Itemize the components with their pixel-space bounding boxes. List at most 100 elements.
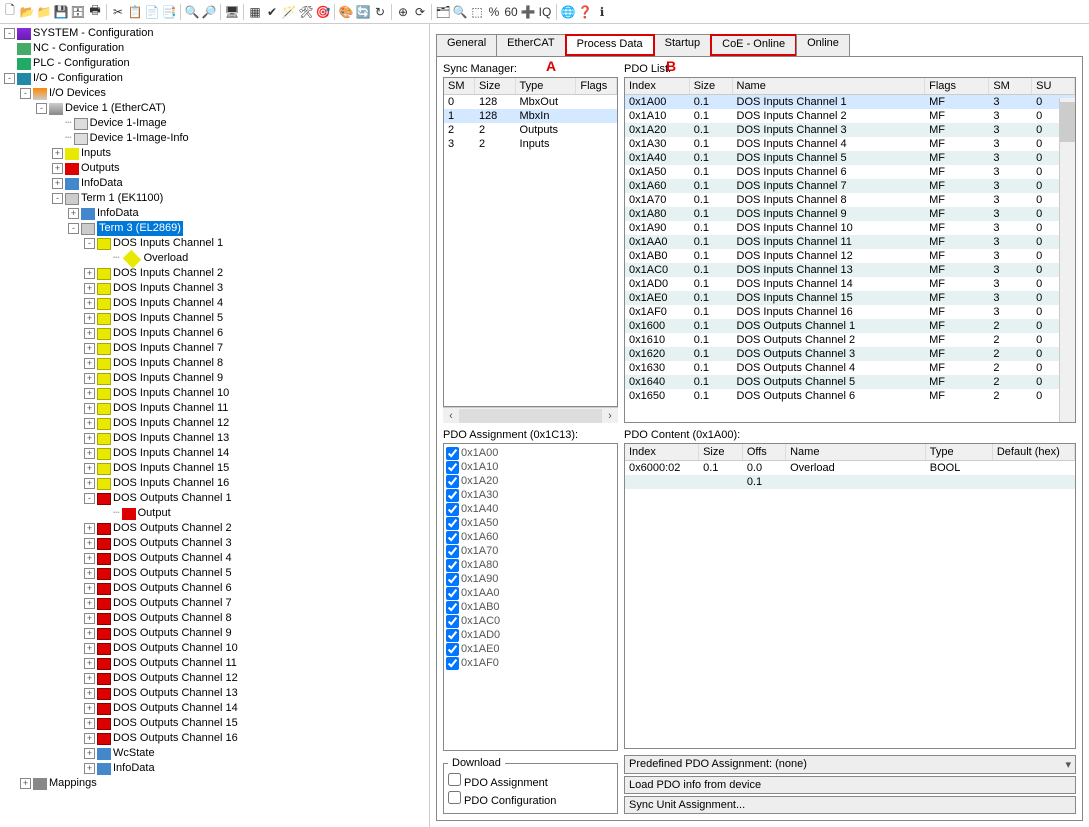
assign-item[interactable]: 0x1A80 xyxy=(446,558,615,572)
col-header[interactable]: Type xyxy=(515,78,576,95)
assign-item[interactable]: 0x1A60 xyxy=(446,530,615,544)
save-icon[interactable]: 💾 xyxy=(53,4,69,20)
open-folder-icon[interactable]: 📁 xyxy=(36,4,52,20)
expand-icon[interactable]: + xyxy=(84,673,95,684)
assign-checkbox[interactable] xyxy=(446,531,459,544)
table-row[interactable]: 0x1A700.1DOS Inputs Channel 8MF30 xyxy=(625,193,1075,207)
tree-item[interactable]: +DOS Outputs Channel 16 xyxy=(82,731,427,746)
expand-icon[interactable]: + xyxy=(84,268,95,279)
target2-icon[interactable]: ⊕ xyxy=(395,4,411,20)
tree-item[interactable]: -Term 3 (EL2869) xyxy=(66,221,427,236)
assign-checkbox[interactable] xyxy=(446,587,459,600)
sync-manager-grid[interactable]: SMSizeTypeFlags0128MbxOut1128MbxIn22Outp… xyxy=(443,77,618,407)
expand-icon[interactable]: + xyxy=(84,283,95,294)
open-icon[interactable]: 📂 xyxy=(19,4,35,20)
table-row[interactable]: 0x1AD00.1DOS Inputs Channel 14MF30 xyxy=(625,277,1075,291)
expand-icon[interactable]: - xyxy=(20,88,31,99)
expand-icon[interactable]: + xyxy=(84,343,95,354)
assign-checkbox[interactable] xyxy=(446,447,459,460)
tree-item[interactable]: +DOS Inputs Channel 4 xyxy=(82,296,427,311)
expand-icon[interactable]: + xyxy=(68,208,79,219)
expand-icon[interactable]: + xyxy=(84,373,95,384)
sm-hscroll[interactable]: ‹› xyxy=(443,407,618,423)
tab-coe-online[interactable]: CoE - Online xyxy=(710,34,797,56)
assign-item[interactable]: 0x1AB0 xyxy=(446,600,615,614)
tree-item[interactable]: +DOS Inputs Channel 2 xyxy=(82,266,427,281)
plus-icon[interactable]: ➕ xyxy=(520,4,536,20)
tab-process-data[interactable]: Process Data xyxy=(565,34,655,56)
assign-checkbox[interactable] xyxy=(446,517,459,530)
pdo-content-grid[interactable]: IndexSizeOffsNameTypeDefault (hex)0x6000… xyxy=(624,443,1076,749)
expand-icon[interactable]: + xyxy=(52,148,63,159)
download-checkbox[interactable] xyxy=(448,773,461,786)
tree-item[interactable]: +DOS Outputs Channel 12 xyxy=(82,671,427,686)
save-all-icon[interactable]: 🗄 xyxy=(70,4,86,20)
expand-icon[interactable]: - xyxy=(36,103,47,114)
tree-item[interactable]: +WcState xyxy=(82,746,427,761)
tree-item[interactable]: +DOS Outputs Channel 8 xyxy=(82,611,427,626)
tree-item[interactable]: +DOS Outputs Channel 7 xyxy=(82,596,427,611)
palette-icon[interactable]: 🎨 xyxy=(338,4,354,20)
assign-item[interactable]: 0x1A70 xyxy=(446,544,615,558)
tree-item[interactable]: +DOS Inputs Channel 10 xyxy=(82,386,427,401)
table-row[interactable]: 0x1A500.1DOS Inputs Channel 6MF30 xyxy=(625,165,1075,179)
assign-checkbox[interactable] xyxy=(446,489,459,502)
find-next-icon[interactable]: 🔎 xyxy=(201,4,217,20)
col-header[interactable]: Name xyxy=(732,78,925,95)
sync-icon[interactable]: 🔄 xyxy=(355,4,371,20)
tree-item[interactable]: +DOS Inputs Channel 14 xyxy=(82,446,427,461)
tree-item[interactable]: -I/O - Configuration xyxy=(2,71,427,86)
tree-pane[interactable]: -SYSTEM - ConfigurationNC - Configuratio… xyxy=(0,24,430,827)
new-file-icon[interactable]: 🗋 xyxy=(2,4,18,20)
tree-item[interactable]: +Mappings xyxy=(18,776,427,791)
tree-icon[interactable]: 🗂 xyxy=(435,4,451,20)
help-icon[interactable]: ❓ xyxy=(577,4,593,20)
assign-checkbox[interactable] xyxy=(446,545,459,558)
tree-item[interactable]: PLC - Configuration xyxy=(2,56,427,71)
tree-item[interactable]: +DOS Outputs Channel 14 xyxy=(82,701,427,716)
table-row[interactable]: 0x16000.1DOS Outputs Channel 1MF20 xyxy=(625,319,1075,333)
tree-item[interactable]: +DOS Inputs Channel 3 xyxy=(82,281,427,296)
expand-icon[interactable]: + xyxy=(84,613,95,624)
expand-icon[interactable]: + xyxy=(84,298,95,309)
paste-sp-icon[interactable]: 📑 xyxy=(161,4,177,20)
assign-item[interactable]: 0x1AF0 xyxy=(446,656,615,670)
col-header[interactable]: Size xyxy=(699,444,743,461)
expand-icon[interactable]: + xyxy=(84,568,95,579)
tree-item[interactable]: +DOS Outputs Channel 2 xyxy=(82,521,427,536)
tree-item[interactable]: +DOS Outputs Channel 5 xyxy=(82,566,427,581)
refresh-icon[interactable]: ↻ xyxy=(372,4,388,20)
table-row[interactable]: 0x6000:020.10.0OverloadBOOL xyxy=(625,461,1075,476)
expand-icon[interactable]: + xyxy=(52,163,63,174)
zoom-icon[interactable]: 🔍 xyxy=(452,4,468,20)
expand-icon[interactable]: + xyxy=(52,178,63,189)
col-header[interactable]: Default (hex) xyxy=(992,444,1074,461)
col-header[interactable]: Flags xyxy=(925,78,989,95)
tree-item[interactable]: +DOS Outputs Channel 3 xyxy=(82,536,427,551)
assign-item[interactable]: 0x1A10 xyxy=(446,460,615,474)
cut-icon[interactable]: ✂ xyxy=(110,4,126,20)
net-icon[interactable]: ⬚ xyxy=(469,4,485,20)
expand-icon[interactable]: - xyxy=(4,73,15,84)
table-row[interactable]: 0x1AB00.1DOS Inputs Channel 12MF30 xyxy=(625,249,1075,263)
tree-item[interactable]: +InfoData xyxy=(50,176,427,191)
tree-item[interactable]: +DOS Inputs Channel 5 xyxy=(82,311,427,326)
iq-icon[interactable]: IQ xyxy=(537,4,553,20)
table-row[interactable]: 0x1A800.1DOS Inputs Channel 9MF30 xyxy=(625,207,1075,221)
about-icon[interactable]: ℹ xyxy=(594,4,610,20)
table-row[interactable]: 0x1A400.1DOS Inputs Channel 5MF30 xyxy=(625,151,1075,165)
tree-item[interactable]: +InfoData xyxy=(66,206,427,221)
expand-icon[interactable]: - xyxy=(84,493,95,504)
col-header[interactable]: SU xyxy=(1032,78,1075,95)
pdo-list-grid[interactable]: IndexSizeNameFlagsSMSU0x1A000.1DOS Input… xyxy=(624,77,1076,423)
assign-item[interactable]: 0x1A00 xyxy=(446,446,615,460)
expand-icon[interactable]: + xyxy=(84,688,95,699)
sixty-icon[interactable]: 60 xyxy=(503,4,519,20)
device-icon[interactable]: 🖥 xyxy=(224,4,240,20)
tree-item[interactable]: +DOS Outputs Channel 6 xyxy=(82,581,427,596)
tree-item[interactable]: -I/O Devices xyxy=(18,86,427,101)
expand-icon[interactable]: + xyxy=(84,748,95,759)
table-row[interactable]: 0x1A000.1DOS Inputs Channel 1MF30 xyxy=(625,95,1075,110)
table-row[interactable]: 0x1AC00.1DOS Inputs Channel 13MF30 xyxy=(625,263,1075,277)
tree-item[interactable]: +DOS Inputs Channel 11 xyxy=(82,401,427,416)
